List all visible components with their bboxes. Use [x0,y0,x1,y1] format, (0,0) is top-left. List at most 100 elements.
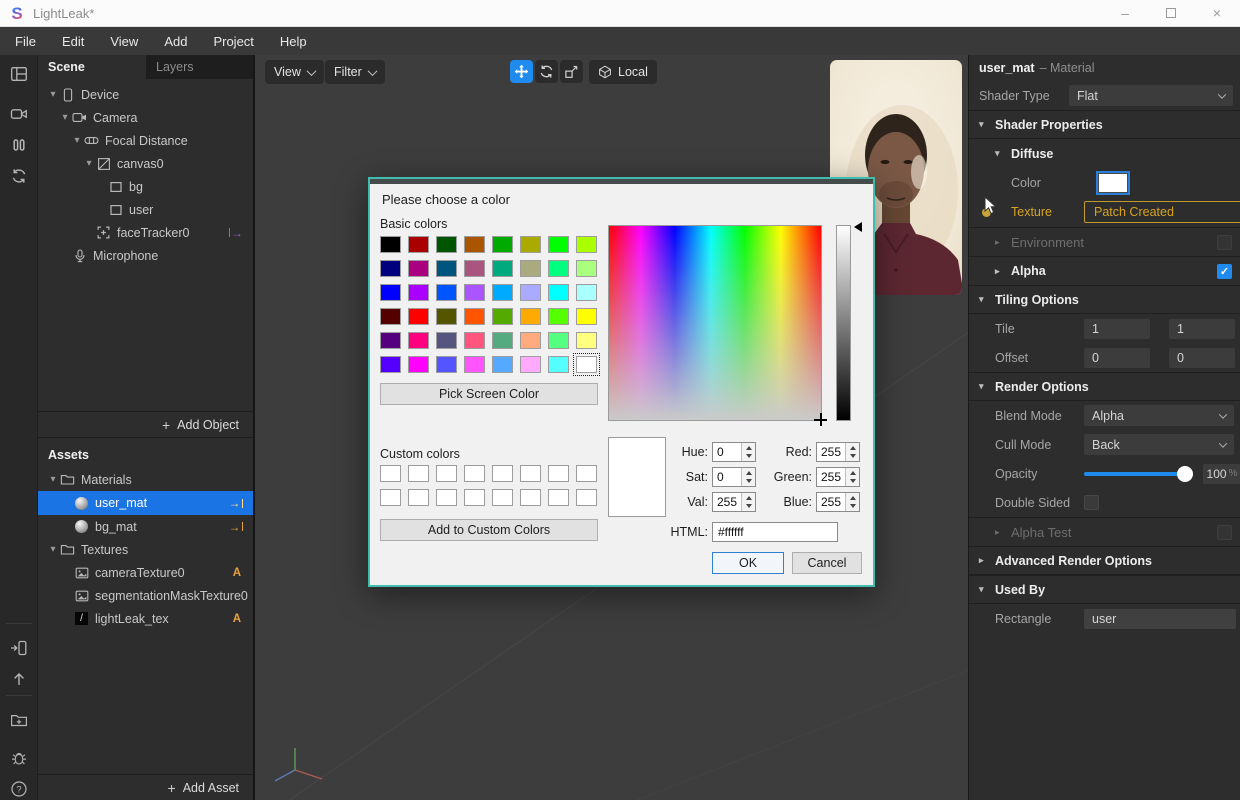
color-swatch[interactable] [436,236,457,253]
color-swatch[interactable] [520,308,541,325]
color-swatch[interactable] [520,356,541,373]
add-asset-button[interactable]: + Add Asset [38,774,253,800]
maximize-button[interactable] [1148,0,1194,26]
close-button[interactable]: × [1194,0,1240,26]
workspace-layout-icon[interactable] [0,59,38,89]
tree-item-microphone[interactable]: Microphone [38,244,253,267]
section-used-by[interactable]: ▾ Used By [969,575,1240,604]
expand-triangle-icon[interactable]: ▾ [46,544,60,555]
color-swatch[interactable] [548,236,569,253]
color-swatch[interactable] [576,260,597,277]
publish-icon[interactable] [0,664,38,694]
value-slider-arrow[interactable] [854,222,862,232]
color-swatch[interactable] [380,356,401,373]
view-dropdown[interactable]: View [265,60,324,84]
tree-item-focal-distance[interactable]: ▾ Focal Distance [38,129,253,152]
color-swatch[interactable] [464,236,485,253]
collapse-triangle-icon[interactable]: ▸ [979,555,995,566]
sat-spinbox[interactable]: 0 [712,467,756,487]
color-swatch[interactable] [380,260,401,277]
hue-spinbox[interactable]: 0 [712,442,756,462]
color-swatch[interactable] [436,489,457,506]
color-swatch[interactable] [436,260,457,277]
color-swatch[interactable] [408,356,429,373]
asset-item-lightleak-texture[interactable]: / lightLeak_tex A [38,607,253,630]
tile-x-input[interactable]: 1 [1084,319,1150,339]
color-swatch[interactable] [576,465,597,482]
environment-checkbox[interactable] [1217,235,1232,250]
color-swatch[interactable] [408,284,429,301]
asset-folder-materials[interactable]: ▾ Materials [38,468,253,491]
subsection-environment[interactable]: ▸ Environment [969,227,1240,256]
color-swatch[interactable] [408,489,429,506]
hue-saturation-gradient[interactable] [608,225,822,421]
asset-item-segmentation-texture[interactable]: segmentationMaskTexture0 [38,584,253,607]
color-swatch[interactable] [548,332,569,349]
color-swatch[interactable] [436,356,457,373]
asset-item-user-mat[interactable]: user_mat → [38,491,253,515]
color-swatch[interactable] [548,284,569,301]
color-swatch[interactable] [380,308,401,325]
color-swatch[interactable] [464,308,485,325]
color-swatch[interactable] [380,236,401,253]
color-swatch[interactable] [464,332,485,349]
color-swatch[interactable] [464,489,485,506]
color-swatch[interactable] [380,284,401,301]
expand-triangle-icon[interactable]: ▾ [979,119,995,130]
section-shader-properties[interactable]: ▾ Shader Properties [969,110,1240,139]
add-folder-icon[interactable] [0,705,38,735]
menu-edit[interactable]: Edit [49,27,97,55]
menu-file[interactable]: File [2,27,49,55]
color-swatch[interactable] [576,284,597,301]
tree-item-bg[interactable]: bg [38,175,253,198]
color-swatch[interactable] [408,236,429,253]
color-swatch[interactable] [576,332,597,349]
color-swatch[interactable] [492,332,513,349]
color-swatch[interactable] [464,465,485,482]
color-swatch[interactable] [492,236,513,253]
blue-spinbox[interactable]: 255 [816,492,860,512]
color-swatch[interactable] [436,332,457,349]
diffuse-color-swatch[interactable] [1098,173,1128,193]
send-to-device-icon[interactable] [0,633,38,663]
blend-mode-select[interactable]: Alpha [1084,405,1234,426]
offset-x-input[interactable]: 0 [1084,348,1150,368]
ok-button[interactable]: OK [712,552,784,574]
color-swatch[interactable] [548,260,569,277]
color-swatch[interactable] [520,236,541,253]
color-swatch[interactable] [380,489,401,506]
texture-value-field[interactable]: Patch Created [1084,201,1240,223]
color-swatch[interactable] [464,284,485,301]
color-swatch[interactable] [548,356,569,373]
add-custom-colors-button[interactable]: Add to Custom Colors [380,519,598,541]
restart-icon[interactable] [0,161,38,191]
collapse-triangle-icon[interactable]: ▸ [995,527,1011,538]
color-swatch[interactable] [492,356,513,373]
help-icon[interactable]: ? [0,774,38,800]
collapse-triangle-icon[interactable]: ▸ [995,266,1011,277]
tree-item-canvas0[interactable]: ▾ canvas0 [38,152,253,175]
color-swatch[interactable] [548,308,569,325]
red-spinbox[interactable]: 255 [816,442,860,462]
expand-triangle-icon[interactable]: ▾ [58,112,72,123]
menu-add[interactable]: Add [151,27,200,55]
html-color-input[interactable]: #ffffff [712,522,838,542]
asset-folder-textures[interactable]: ▾ Textures [38,538,253,561]
tree-item-device[interactable]: ▾ Device [38,83,253,106]
color-swatch[interactable] [576,308,597,325]
menu-project[interactable]: Project [200,27,266,55]
color-swatch[interactable] [492,260,513,277]
tree-item-facetracker0[interactable]: faceTracker0 → [38,221,253,244]
subsection-diffuse[interactable]: ▾ Diffuse [969,139,1240,168]
move-tool-button[interactable] [510,60,533,83]
color-swatch[interactable] [520,260,541,277]
color-swatch[interactable] [380,332,401,349]
expand-triangle-icon[interactable]: ▾ [82,158,96,169]
color-swatch[interactable] [492,308,513,325]
offset-y-input[interactable]: 0 [1169,348,1235,368]
color-swatch[interactable] [520,284,541,301]
green-spinbox[interactable]: 255 [816,467,860,487]
minimize-button[interactable]: – [1102,0,1148,26]
expand-triangle-icon[interactable]: ▾ [979,381,995,392]
color-swatch[interactable] [548,465,569,482]
